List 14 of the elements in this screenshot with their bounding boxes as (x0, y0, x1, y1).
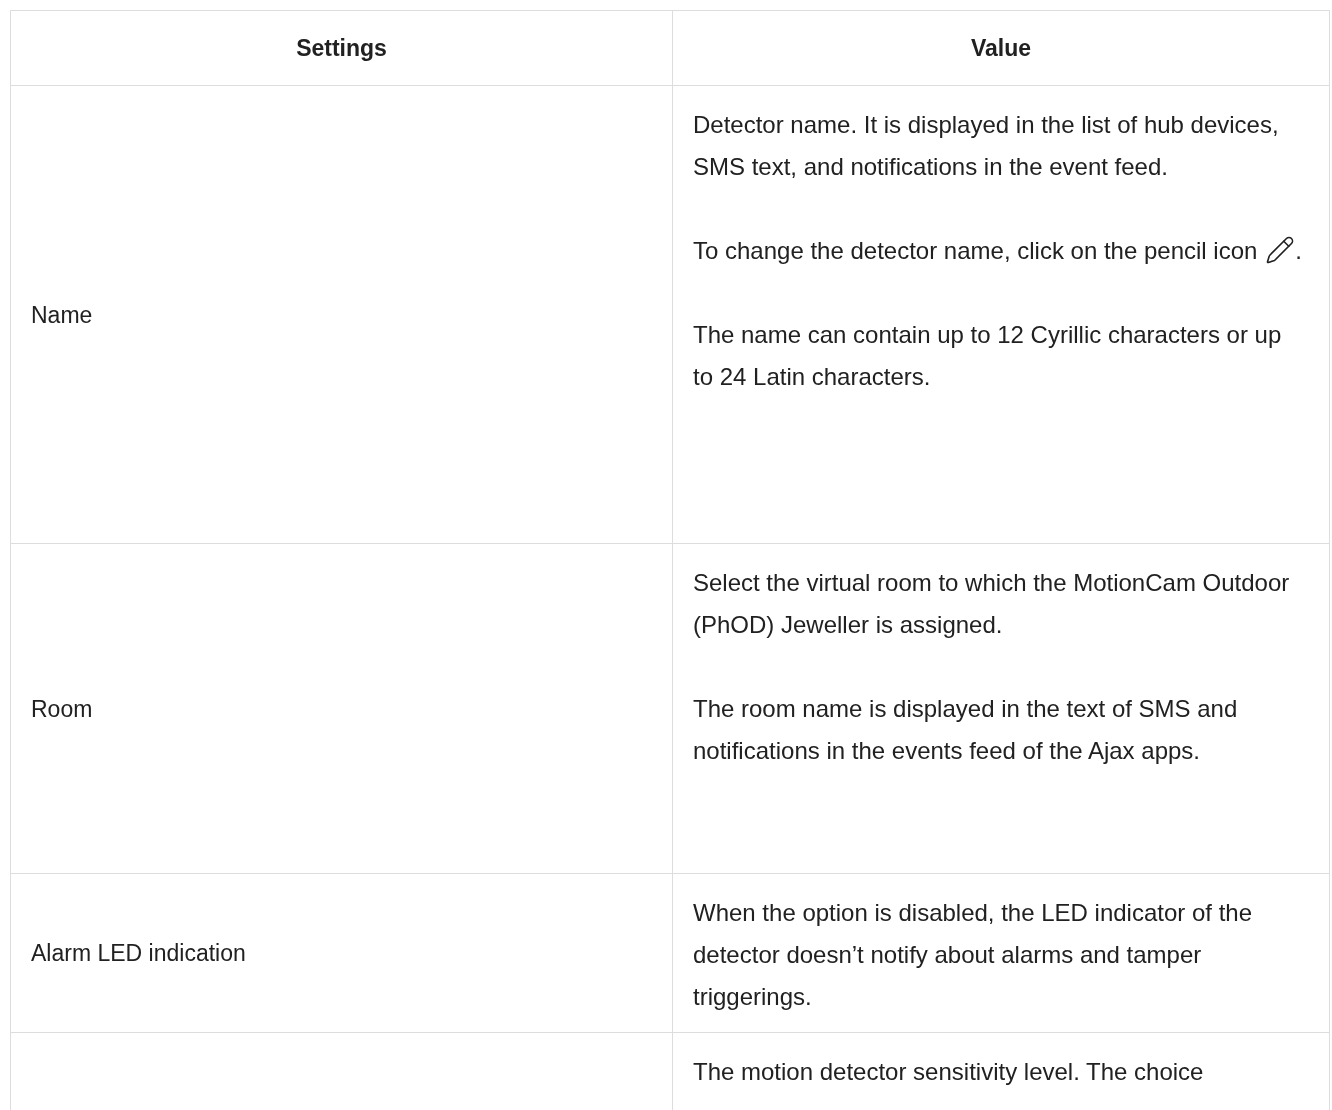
value-text: The name can contain up to 12 Cyrillic characters or up to 24 Latin characters. (693, 320, 1283, 392)
setting-name: Name (31, 300, 93, 330)
setting-name: Alarm LED indication (31, 939, 246, 968)
value-text: The motion detector sensitivity level. The choice (693, 1057, 1205, 1087)
value-text: The room name is displayed in the text of SMS and notifications in the events feed of the Ajax apps. (693, 694, 1239, 766)
column-header: Settings (296, 33, 387, 63)
column-header: Value (970, 33, 1032, 63)
setting-name: Room (31, 694, 93, 724)
period-text: . (1295, 237, 1302, 264)
value-text: When the option is disabled, the LED indicator of the detector doesn’t notify about alarms and tamper triggerings. (693, 898, 1253, 1012)
value-text: To change the detector name, click on the pencil icon (693, 237, 1258, 264)
pencil-icon (1265, 235, 1296, 265)
value-text: Detector name. It is displayed in the list of hub devices, SMS text, and notifications in the event feed. (693, 110, 1280, 182)
value-text: Select the virtual room to which the MotionCam Outdoor (PhOD) Jeweller is assigned. (693, 568, 1291, 640)
